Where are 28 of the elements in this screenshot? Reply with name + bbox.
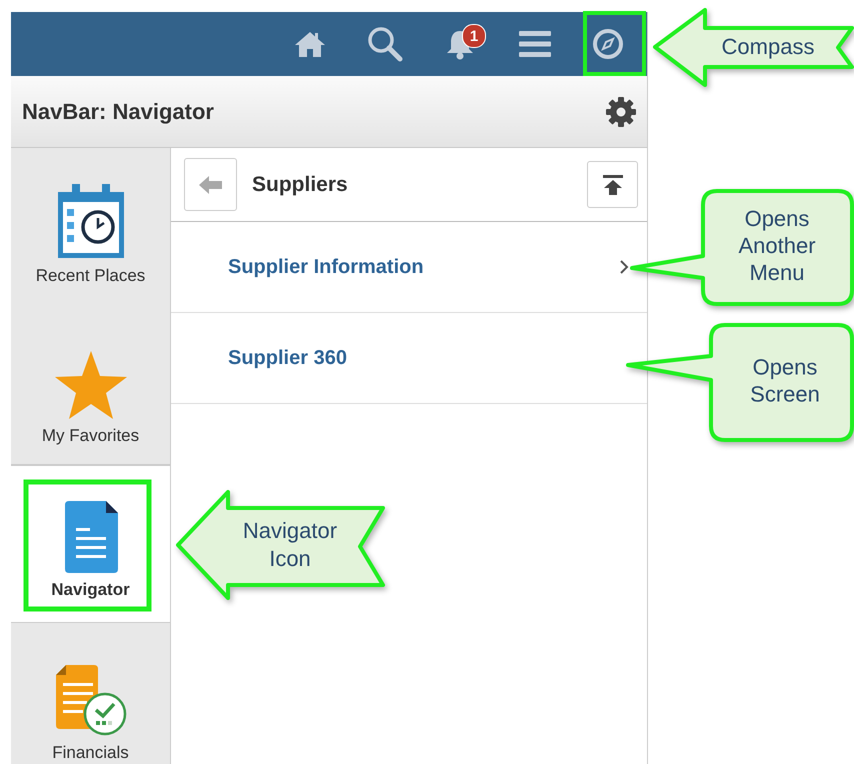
notification-badge: 1 [462,24,486,48]
settings-button[interactable] [605,96,637,128]
annotation-text: Opens Another Menu [738,206,816,285]
highlight-frame [583,11,646,76]
back-arrow-icon [198,174,224,196]
home-icon [294,30,326,58]
notifications-button[interactable]: 1 [422,16,497,72]
sidebar-tile[interactable]: Financials [11,623,170,764]
navigator-title: Suppliers [252,172,348,196]
sidebar-tile[interactable]: My Favorites [11,308,170,465]
annotation-text: Compass [722,34,814,59]
top-button[interactable] [587,161,638,208]
back-button[interactable] [184,158,237,211]
calendar-clock-icon [56,182,126,260]
star-icon [54,350,128,420]
compass-icon [592,28,624,60]
sidebar-tile[interactable]: Recent Places [11,148,170,308]
annotation-text: Opens Screen [750,354,820,406]
sidebar-tile[interactable]: Navigator [11,465,170,623]
document-icon [62,500,118,574]
chevron-right-icon [619,259,629,275]
annotation-text: Navigator Icon [242,518,338,571]
panel-title: NavBar: Navigator [22,98,214,124]
search-icon [366,26,402,62]
menu-icon [518,30,552,58]
report-check-icon [54,663,128,737]
settings-icon [605,96,637,128]
arrow-to-top-icon [602,174,624,196]
